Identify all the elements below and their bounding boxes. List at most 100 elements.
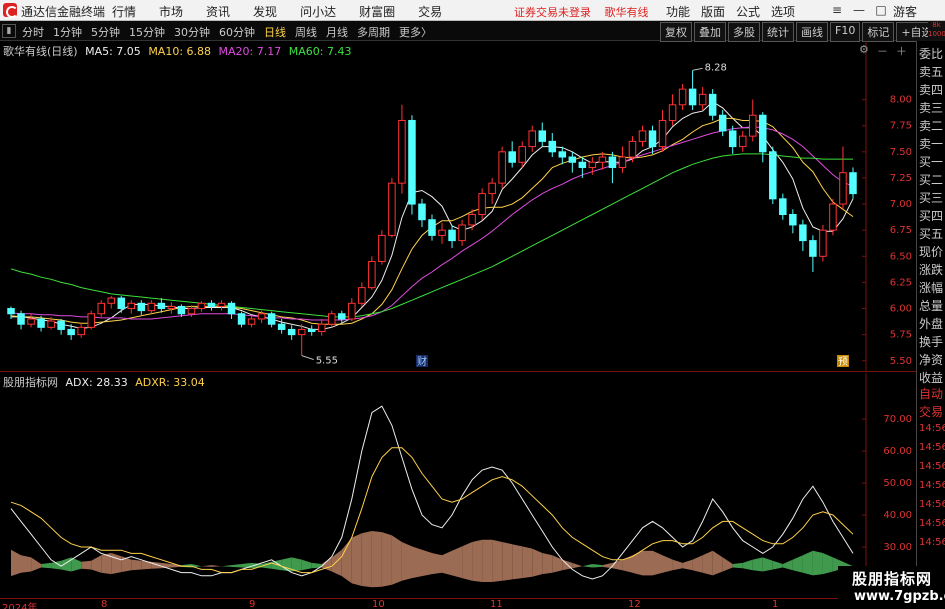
side-panel-item[interactable]: 买三 [919, 189, 943, 206]
side-panel-item[interactable]: 14:56 [919, 499, 945, 510]
side-panel-item[interactable]: 委比 [919, 45, 943, 62]
menu-bar: 通达信金融终端 行情 市场 资讯 发现 问小达 财富圈 交易 证券交易未登录 歌… [0, 0, 945, 21]
dmi-area-segment [381, 532, 392, 587]
chart-tool-button[interactable]: 统计 [762, 22, 794, 42]
side-panel-item[interactable]: 交易 [919, 403, 943, 420]
candle-body [769, 151, 777, 200]
zoom-out-icon[interactable]: － [877, 43, 888, 59]
side-panel-item[interactable]: 总量 [919, 297, 943, 314]
candle-body [227, 302, 236, 315]
candle-body [538, 130, 547, 142]
side-panel-item[interactable]: 涨跌 [919, 261, 943, 278]
side-panel-item[interactable]: 买四 [919, 207, 943, 224]
kline-chart[interactable]: 8.00 7.75 7.50 7.25 7.00 6.75 6.50 6.25 6.00 5.75… [0, 41, 916, 372]
candle-body [87, 313, 95, 328]
candle-body [598, 156, 607, 163]
chart-tool-button[interactable]: 标记 [862, 22, 895, 42]
settings-icon[interactable]: ⚙ [859, 43, 869, 59]
menu-icon[interactable]: ≡ [826, 3, 848, 17]
side-panel-item[interactable]: 14:56 [919, 461, 945, 472]
indicator-chart[interactable]: 70.0060.0050.0040.0030.0020.00 [0, 373, 916, 598]
y-tick-label: 5.75 [890, 330, 912, 341]
menu-item-hangqing[interactable]: 行情 [112, 3, 136, 20]
side-panel-item[interactable]: 自动 [919, 385, 943, 402]
candle-body [428, 219, 436, 236]
period-tab[interactable]: 5分钟 [91, 24, 120, 40]
menu-item-shichang[interactable]: 市场 [159, 3, 183, 20]
candle-body [628, 140, 637, 158]
side-panel-item[interactable]: 卖五 [919, 63, 943, 80]
menu-item-faxian[interactable]: 发现 [253, 3, 277, 20]
side-panel-item[interactable]: 卖二 [919, 117, 943, 134]
side-panel-item[interactable]: 14:56 [919, 480, 945, 491]
menu-item-gongshi[interactable]: 公式 [736, 3, 760, 20]
kline-chart-panel[interactable]: 8.00 7.75 7.50 7.25 7.00 6.75 6.50 6.25 6.00 5.75… [0, 41, 916, 372]
side-panel-item[interactable]: 涨幅 [919, 279, 943, 296]
candle-body [658, 119, 667, 148]
maximize-icon[interactable]: □ [870, 3, 892, 17]
menu-item-gongneng[interactable]: 功能 [666, 3, 690, 20]
candle-body [738, 135, 747, 148]
candle-body [137, 302, 146, 312]
period-tab[interactable]: 分时 [22, 24, 44, 40]
period-tab[interactable]: 周线 [295, 24, 317, 40]
x-tick-label: 1 [772, 599, 779, 609]
chart-tool-button[interactable]: 画线 [796, 22, 828, 42]
menu-item-caifuquan[interactable]: 财富圈 [359, 3, 395, 20]
side-panel-item[interactable]: 买一 [919, 153, 943, 170]
zoom-in-icon[interactable]: ＋ [896, 43, 907, 59]
dmi-area-segment [71, 557, 82, 572]
period-tab[interactable]: 60分钟 [219, 24, 255, 40]
period-tab[interactable]: 30分钟 [174, 24, 210, 40]
candle-body [618, 156, 627, 168]
period-tab[interactable]: 月线 [326, 24, 348, 40]
period-tab[interactable]: 更多〉 [399, 24, 432, 40]
side-panel-item[interactable]: 买五 [919, 225, 943, 242]
chart-tool-button[interactable]: 复权 [660, 22, 692, 42]
menu-item-wenxiaoda[interactable]: 问小达 [300, 3, 336, 20]
menu-item-banmian[interactable]: 版面 [701, 3, 725, 20]
guest-label[interactable]: 游客 [893, 3, 917, 20]
period-tab[interactable]: 日线 [264, 24, 286, 40]
dmi-area-segment [712, 550, 723, 576]
side-panel-item[interactable]: 14:56 [919, 423, 945, 434]
period-tab[interactable]: 1分钟 [53, 24, 82, 40]
side-panel-item[interactable]: 14:56 [919, 442, 945, 453]
indicator-name[interactable]: 股朋指标网 [3, 376, 58, 389]
side-panel-item[interactable]: 卖三 [919, 99, 943, 116]
candle-body [608, 156, 617, 168]
period-tab[interactable]: 多周期 [357, 24, 390, 40]
side-panel-item[interactable]: 换手 [919, 333, 943, 350]
trade-login-status[interactable]: 证券交易未登录 [514, 6, 591, 19]
side-panel-item[interactable]: 净资 [919, 351, 943, 368]
side-panel-item[interactable]: 卖四 [919, 81, 943, 98]
side-panel-item[interactable]: 现价 [919, 243, 943, 260]
dmi-area-segment [231, 564, 242, 568]
menu-item-jiaoyi[interactable]: 交易 [418, 3, 442, 20]
x-tick-label: 9 [249, 599, 256, 609]
candle-body [127, 302, 136, 310]
side-panel-item[interactable]: 买二 [919, 171, 943, 188]
event-marker-cai: 财 [417, 355, 427, 368]
side-panel-item[interactable]: 14:56 [919, 518, 945, 529]
menu-item-zixun[interactable]: 资讯 [206, 3, 230, 20]
side-panel-item[interactable]: 外盘 [919, 315, 943, 332]
dmi-area-segment [772, 560, 783, 570]
side-panel-item[interactable]: 收益 [919, 369, 943, 386]
dmi-area-segment [822, 553, 833, 575]
menu-item-xuanxiang[interactable]: 选项 [771, 3, 795, 20]
side-panel-item[interactable]: 14:56 [919, 537, 945, 548]
side-panel-item[interactable]: 卖一 [919, 135, 943, 152]
sidebar-toggle-icon[interactable]: ▮ [2, 24, 16, 38]
candle-body [588, 161, 597, 168]
chart-tool-button[interactable]: 多股 [728, 22, 760, 42]
chart-tool-button[interactable]: 叠加 [694, 22, 726, 42]
candle-body [27, 318, 35, 325]
candle-body [237, 313, 246, 325]
indicator-chart-panel[interactable]: 70.0060.0050.0040.0030.0020.00 股朋指标网 ADX… [0, 373, 916, 598]
minimize-icon[interactable]: — [848, 3, 870, 17]
period-tab[interactable]: 15分钟 [129, 24, 165, 40]
candle-body [37, 318, 45, 328]
chart-tool-button[interactable]: F10 [830, 22, 861, 42]
dmi-area-segment [422, 549, 432, 577]
